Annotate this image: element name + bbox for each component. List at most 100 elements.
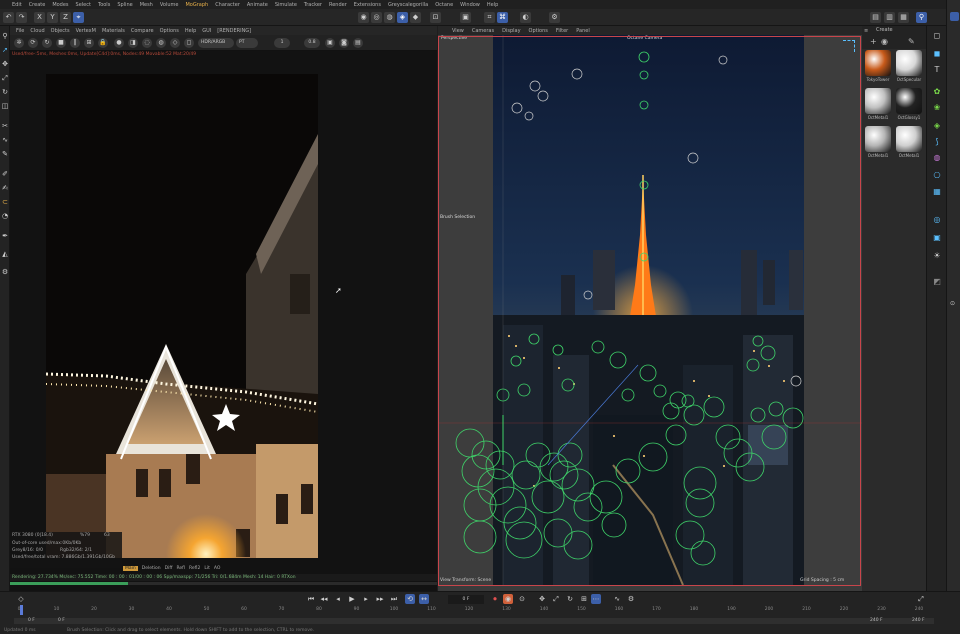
menu-item-tools[interactable]: Tools: [98, 2, 110, 8]
render-icon[interactable]: ▣: [931, 232, 943, 244]
coordinate-system-icon[interactable]: ⌖: [73, 12, 84, 23]
attributes-icon[interactable]: [950, 12, 959, 21]
pick-focus-icon[interactable]: ◌: [142, 38, 152, 48]
render-settings-icon[interactable]: ⚙: [549, 12, 560, 23]
live-viewer-icon[interactable]: ◐: [520, 12, 531, 23]
move-icon[interactable]: ✥: [1, 60, 9, 68]
live-viewer-menu-item[interactable]: GUI: [202, 28, 211, 34]
pick-material-icon[interactable]: ◍: [156, 38, 166, 48]
cube-icon[interactable]: ◼: [931, 48, 943, 60]
tag-icon[interactable]: ◩: [931, 276, 943, 288]
range-start-field[interactable]: 0 F: [28, 618, 35, 624]
stop-icon[interactable]: ■: [56, 38, 66, 48]
pick-object-icon[interactable]: ◇: [170, 38, 180, 48]
viewport-menu-item[interactable]: View: [452, 28, 464, 34]
generator-icon[interactable]: ✿: [931, 86, 943, 98]
fcurve-icon[interactable]: ∿: [612, 594, 622, 604]
live-viewer-menu-item[interactable]: Objects: [51, 28, 70, 34]
menu-item-octane[interactable]: Octane: [435, 2, 453, 8]
live-viewer-menu-item[interactable]: Help: [185, 28, 196, 34]
camera-icon[interactable]: ▣: [325, 38, 335, 48]
x-axis-button[interactable]: X: [34, 12, 45, 23]
filter-icon[interactable]: ◉: [881, 37, 888, 46]
viewport-menu-item[interactable]: Filter: [556, 28, 568, 34]
live-viewer-menu-item[interactable]: [RENDERING]: [217, 28, 251, 34]
live-viewer-menu-item[interactable]: VertexM: [76, 28, 96, 34]
viewport-menu-item[interactable]: Panel: [576, 28, 590, 34]
viewport-menu-item[interactable]: Display: [502, 28, 520, 34]
range-end-field[interactable]: 240 F: [912, 618, 925, 624]
undo-icon[interactable]: ↶: [3, 12, 14, 23]
brush-icon[interactable]: ✍: [1, 184, 9, 192]
snapshot-icon[interactable]: ◙: [339, 38, 349, 48]
cloner-icon[interactable]: ❀: [931, 102, 943, 114]
menu-item-simulate[interactable]: Simulate: [275, 2, 297, 8]
menu-item-help[interactable]: Help: [487, 2, 498, 8]
pen-icon[interactable]: ✒: [1, 232, 9, 240]
live-viewer-menu-item[interactable]: Cloud: [30, 28, 44, 34]
workplane-icon[interactable]: ⌘: [497, 12, 508, 23]
viewport-menu-item[interactable]: Options: [529, 28, 548, 34]
y-axis-button[interactable]: Y: [47, 12, 58, 23]
viewport-menu-item[interactable]: Cameras: [472, 28, 494, 34]
live-viewer-menu-item[interactable]: Options: [160, 28, 179, 34]
layout-icon[interactable]: ▤: [870, 12, 881, 23]
z-axis-button[interactable]: Z: [60, 12, 71, 23]
viewport-canvas[interactable]: Perspective Octane Camera Brush Selectio…: [438, 35, 862, 585]
value-field-2[interactable]: 0.8: [304, 38, 320, 48]
live-viewer-menu-item[interactable]: File: [16, 28, 24, 34]
menu-item-animate[interactable]: Animate: [247, 2, 268, 8]
render-pass-chip[interactable]: Refl2: [189, 566, 200, 571]
record-icon[interactable]: ⏺: [490, 594, 500, 604]
lock-icon[interactable]: 🔒: [98, 38, 108, 48]
redo-icon[interactable]: ↷: [16, 12, 27, 23]
live-viewer-menu-item[interactable]: Materials: [102, 28, 125, 34]
kernel-select[interactable]: PT: [236, 38, 258, 48]
range-preview-start-field[interactable]: 0 F: [58, 618, 65, 624]
menu-item-edit[interactable]: Edit: [12, 2, 22, 8]
menu-item-character[interactable]: Character: [215, 2, 240, 8]
points-mode-icon[interactable]: ◍: [384, 12, 395, 23]
pin-icon[interactable]: ⊙: [950, 300, 959, 309]
spline-tool-icon[interactable]: ⟆: [931, 136, 943, 148]
scene-icon[interactable]: ▦: [931, 186, 943, 198]
text-icon[interactable]: T: [931, 64, 943, 76]
render-pass-chip[interactable]: AO: [214, 566, 221, 571]
paint-icon[interactable]: ✐: [1, 170, 9, 178]
spline-icon[interactable]: ∿: [1, 136, 9, 144]
add-icon[interactable]: +: [870, 37, 877, 46]
auto-key-icon[interactable]: ◉: [503, 594, 513, 604]
keyframe-icon[interactable]: ◇: [16, 594, 26, 604]
region-icon[interactable]: ◨: [128, 38, 138, 48]
next-key-icon[interactable]: ▸▸: [375, 594, 385, 604]
play-icon[interactable]: ▶: [347, 594, 357, 604]
live-viewer-menu-item[interactable]: Compare: [131, 28, 154, 34]
fill-icon[interactable]: ◭: [1, 250, 9, 258]
tonemap-mode-select[interactable]: HDR/ARGB: [198, 38, 234, 48]
go-to-start-icon[interactable]: ⏮: [306, 594, 316, 604]
send-scene-icon[interactable]: ⟳: [28, 38, 38, 48]
menu-item-render[interactable]: Render: [329, 2, 347, 8]
object-mode-icon[interactable]: ◎: [371, 12, 382, 23]
menu-item-window[interactable]: Window: [460, 2, 480, 8]
sketch-icon[interactable]: ✎: [1, 150, 9, 158]
menu-item-create[interactable]: Create: [29, 2, 46, 8]
material-swatch[interactable]: OctMetal1: [864, 126, 892, 160]
expand-timeline-icon[interactable]: ⤢: [916, 594, 926, 604]
magnet-icon[interactable]: ⊂: [1, 198, 9, 206]
save-icon[interactable]: ▤: [353, 38, 363, 48]
value-field-1[interactable]: 1: [274, 38, 290, 48]
pick-white-icon[interactable]: ◻: [184, 38, 194, 48]
menu-item-tracker[interactable]: Tracker: [304, 2, 322, 8]
param-key-icon[interactable]: ⊞: [579, 594, 589, 604]
knife-icon[interactable]: ✂: [1, 122, 9, 130]
render-pass-chip[interactable]: Lit: [204, 566, 210, 571]
uv-mode-icon[interactable]: ⊡: [430, 12, 441, 23]
frame-range-bar[interactable]: 0 F 0 F 240 F 240 F: [14, 618, 934, 624]
material-menu-icon[interactable]: ≡: [864, 28, 868, 34]
model-mode-icon[interactable]: ◉: [358, 12, 369, 23]
position-key-icon[interactable]: ✥: [537, 594, 547, 604]
material-swatch[interactable]: OctMetal1: [864, 88, 892, 122]
render-pass-chip[interactable]: Refl: [176, 566, 185, 571]
preview-range-icon[interactable]: ↔: [419, 594, 429, 604]
